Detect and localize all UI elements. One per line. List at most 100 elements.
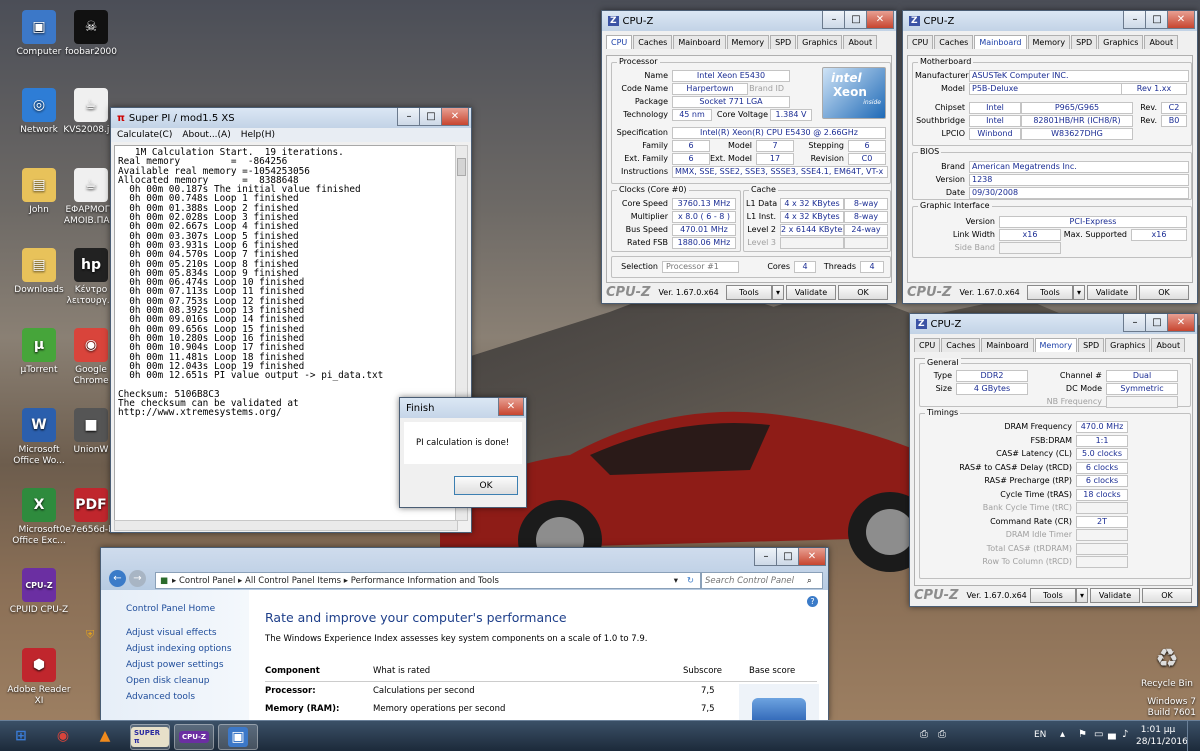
tab-cpu[interactable]: CPU <box>907 35 934 49</box>
cpuz-mainboard-window[interactable]: Z CPU-Z – □ ✕ CPU Caches Mainboard Memory SP… <box>902 10 1198 304</box>
minimize-icon[interactable]: – <box>754 548 778 566</box>
recycle-bin[interactable]: ♻ Recycle Bin <box>1134 642 1200 690</box>
refresh-icon[interactable]: ↻ <box>687 576 694 586</box>
desktop-icon[interactable]: ☠ foobar2000 <box>58 10 124 58</box>
cp-task-link[interactable]: Advanced tools <box>126 692 249 702</box>
menu-about[interactable]: About...(A) <box>182 130 230 140</box>
taskbar-superpi-button[interactable]: SUPER π <box>130 724 170 750</box>
scroll-thumb[interactable] <box>457 158 466 176</box>
finish-ok-button[interactable]: OK <box>454 476 518 495</box>
taskbar-start-button[interactable]: ⊞ <box>2 724 40 748</box>
desktop-icon[interactable]: ⬢ Adobe Reader XI <box>6 648 72 707</box>
cpuz1-titlebar[interactable]: Z CPU-Z – □ ✕ <box>602 11 896 31</box>
maximize-icon[interactable]: □ <box>776 548 800 566</box>
tab-spd[interactable]: SPD <box>1078 338 1105 352</box>
tray-display-icon[interactable]: ▭ <box>1094 729 1103 740</box>
tools-button[interactable]: Tools <box>1027 284 1073 300</box>
maximize-icon[interactable]: □ <box>1145 11 1169 29</box>
superpi-titlebar[interactable]: π Super PI / mod1.5 XS – □ ✕ <box>111 108 471 128</box>
menu-calculate[interactable]: Calculate(C) <box>117 130 172 140</box>
tab-memory[interactable]: Memory <box>1034 338 1078 352</box>
taskbar-vlc-button[interactable]: ▲ <box>86 724 124 748</box>
control-panel-window[interactable]: – □ ✕ ← → ■ ▸ Control Panel ▸ All Contro… <box>86 547 829 724</box>
finish-titlebar[interactable]: Finish ✕ <box>400 398 526 418</box>
finish-close-icon[interactable]: ✕ <box>498 398 524 416</box>
cp-task-link[interactable]: Adjust visual effects <box>126 628 249 638</box>
tab-about[interactable]: About <box>843 35 878 49</box>
ok-button[interactable]: OK <box>1139 284 1189 300</box>
maximize-icon[interactable]: □ <box>1145 314 1169 332</box>
tab-caches[interactable]: Caches <box>934 35 974 49</box>
cp-task-link[interactable]: Adjust indexing options <box>126 644 249 654</box>
close-icon[interactable]: ✕ <box>798 548 826 566</box>
tools-button[interactable]: Tools <box>726 284 772 300</box>
tab-spd[interactable]: SPD <box>770 35 797 49</box>
tab-cpu[interactable]: CPU <box>914 338 941 352</box>
maximize-icon[interactable]: □ <box>419 108 443 126</box>
tools-button[interactable]: Tools <box>1030 587 1076 603</box>
cpuz2-titlebar[interactable]: Z CPU-Z – □ ✕ <box>903 11 1197 31</box>
breadcrumb-performance[interactable]: Performance Information and Tools <box>351 576 499 586</box>
ok-button[interactable]: OK <box>838 284 888 300</box>
tab-graphics[interactable]: Graphics <box>1105 338 1151 352</box>
tab-mainboard[interactable]: Mainboard <box>981 338 1034 352</box>
validate-button[interactable]: Validate <box>1090 587 1140 603</box>
tools-dropdown-icon[interactable]: ▾ <box>1076 587 1088 603</box>
tray-volume-icon[interactable]: ♪ <box>1122 729 1128 740</box>
tab-about[interactable]: About <box>1151 338 1186 352</box>
superpi-hscroll[interactable] <box>114 520 458 531</box>
search-box[interactable]: ⌕ <box>701 572 823 589</box>
tab-spd[interactable]: SPD <box>1071 35 1098 49</box>
tab-about[interactable]: About <box>1144 35 1179 49</box>
processor-select[interactable]: Processor #1 <box>662 261 739 273</box>
taskbar-chrome-button[interactable]: ◉ <box>44 724 82 748</box>
close-icon[interactable]: ✕ <box>866 11 894 29</box>
cpuz3-titlebar[interactable]: Z CPU-Z – □ ✕ <box>910 314 1197 334</box>
minimize-icon[interactable]: – <box>1123 11 1147 29</box>
ok-button[interactable]: OK <box>1142 587 1192 603</box>
tab-mainboard[interactable]: Mainboard <box>974 35 1027 49</box>
minimize-icon[interactable]: – <box>822 11 846 29</box>
address-bar[interactable]: ■ ▸ Control Panel ▸ All Control Panel It… <box>155 572 701 589</box>
tab-graphics[interactable]: Graphics <box>797 35 843 49</box>
forward-icon[interactable]: → <box>129 570 146 587</box>
help-icon[interactable]: ? <box>807 596 818 607</box>
taskbar-controlpanel-button[interactable]: ▣ <box>218 724 258 750</box>
breadcrumb-all-items[interactable]: All Control Panel Items <box>245 576 341 586</box>
close-icon[interactable]: ✕ <box>1167 11 1195 29</box>
tray-network-icon[interactable]: ▄ <box>1108 729 1116 740</box>
tab-memory[interactable]: Memory <box>1027 35 1071 49</box>
minimize-icon[interactable]: – <box>1123 314 1147 332</box>
tray-expand-icon[interactable]: ▴ <box>1060 729 1065 740</box>
close-icon[interactable]: ✕ <box>1167 314 1195 332</box>
tab-graphics[interactable]: Graphics <box>1098 35 1144 49</box>
show-desktop-button[interactable] <box>1187 721 1200 751</box>
tools-dropdown-icon[interactable]: ▾ <box>772 284 784 300</box>
back-icon[interactable]: ← <box>109 570 126 587</box>
cp-task-link[interactable]: Adjust power settings <box>126 660 249 670</box>
clock[interactable]: 1:01 μμ 28/11/2016 <box>1136 724 1188 748</box>
close-icon[interactable]: ✕ <box>441 108 469 126</box>
cpuz-memory-window[interactable]: Z CPU-Z – □ ✕ CPU Caches Mainboard Memory SP… <box>909 313 1198 607</box>
tray-flag-icon[interactable]: ⚑ <box>1078 729 1087 740</box>
cp-task-link[interactable]: Open disk cleanup <box>126 676 249 686</box>
tab-memory[interactable]: Memory <box>726 35 770 49</box>
tab-cpu[interactable]: CPU <box>606 35 633 49</box>
address-dropdown-icon[interactable]: ▾ <box>674 576 678 586</box>
maximize-icon[interactable]: □ <box>844 11 868 29</box>
breadcrumb-control-panel[interactable]: Control Panel <box>179 576 235 586</box>
cpuz-cpu-window[interactable]: Z CPU-Z – □ ✕ CPU Caches Mainboard Memory SP… <box>601 10 897 304</box>
network-tray-icon[interactable]: ⎙ <box>920 729 928 740</box>
finish-dialog[interactable]: Finish ✕ PI calculation is done! OK <box>399 397 527 508</box>
language-indicator[interactable]: EN <box>1034 730 1046 740</box>
tools-dropdown-icon[interactable]: ▾ <box>1073 284 1085 300</box>
tab-caches[interactable]: Caches <box>633 35 673 49</box>
minimize-icon[interactable]: – <box>397 108 421 126</box>
menu-help[interactable]: Help(H) <box>241 130 275 140</box>
search-input[interactable] <box>702 574 807 587</box>
printer-tray-icon[interactable]: ⎙ <box>938 729 946 740</box>
tab-caches[interactable]: Caches <box>941 338 981 352</box>
tab-mainboard[interactable]: Mainboard <box>673 35 726 49</box>
validate-button[interactable]: Validate <box>786 284 836 300</box>
validate-button[interactable]: Validate <box>1087 284 1137 300</box>
